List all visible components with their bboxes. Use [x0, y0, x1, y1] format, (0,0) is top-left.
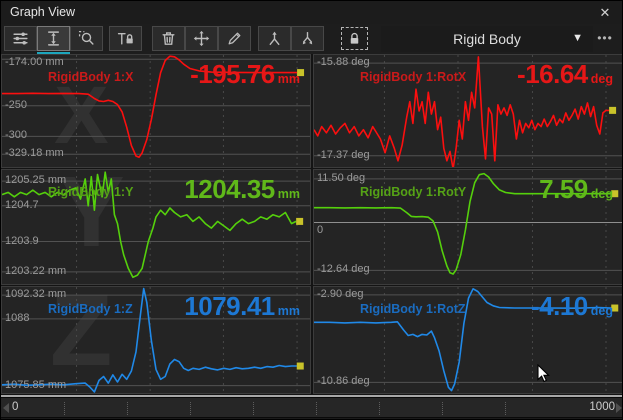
- move-keys-button[interactable]: [185, 26, 218, 51]
- scrollbar-tick: [316, 402, 317, 415]
- axis-label: 1092.32 mm: [5, 288, 66, 300]
- axis-label: -300: [5, 129, 27, 141]
- toolbar-buttons: [4, 26, 368, 51]
- axis-label: 1088: [5, 312, 29, 324]
- range-end-label: 1000: [589, 401, 615, 413]
- series-label: RigidBody 1:RotY: [360, 185, 466, 199]
- graph-panel-rot-x[interactable]: -15.88 deg -17.37 deg RigidBody 1:RotX -16.…: [313, 54, 623, 168]
- scrollbar-tick: [127, 402, 128, 415]
- axis-label: 1203.9: [5, 235, 39, 247]
- axis-label: 1075.85 mm: [5, 379, 66, 391]
- axis-label: 11.50 deg: [317, 172, 365, 184]
- scroll-left-icon[interactable]: [3, 403, 9, 413]
- graph-panel-pos-y[interactable]: Y1205.25 mm1204.71203.91203.22 mmRigidBo…: [1, 169, 311, 285]
- range-start-label: 0: [12, 401, 18, 413]
- scrollbar-tick: [442, 402, 443, 415]
- axis-label: -12.64 deg: [317, 263, 370, 275]
- axis-label: -10.86 deg: [317, 375, 370, 387]
- edit-keys-button[interactable]: [218, 26, 251, 51]
- graph-grid: X-174.00 mm-250-300-329.18 mmRigidBody 1…: [1, 54, 623, 395]
- value-unit: mm: [278, 187, 300, 201]
- sliders-icon: [12, 30, 29, 47]
- value-unit: deg: [591, 72, 613, 86]
- scrollbar-tick: [379, 402, 380, 415]
- trash-icon: [160, 30, 177, 47]
- scrollbar-tick: [505, 402, 506, 415]
- axis-label: -250: [5, 99, 27, 111]
- merge-markers-button[interactable]: [258, 26, 291, 51]
- merge-icon: [266, 30, 283, 47]
- graph-panel-rot-z[interactable]: -2.90 deg -10.86 deg RigidBody 1:RotZ -4.10…: [313, 286, 623, 394]
- axis-label: -17.37 deg: [317, 149, 370, 161]
- graph-panel-pos-x[interactable]: X-174.00 mm-250-300-329.18 mmRigidBody 1…: [1, 54, 311, 168]
- chevron-down-icon: ▼: [572, 32, 583, 44]
- split-markers-button[interactable]: [291, 26, 324, 51]
- frame-range-scrollbar[interactable]: 0 1000: [1, 397, 623, 418]
- series-label: RigidBody 1:Y: [48, 185, 133, 199]
- current-value: -4.10: [531, 293, 588, 319]
- zoom-selection-icon: [78, 30, 95, 47]
- axis-label: 1203.22 mm: [5, 265, 66, 277]
- axis-lock-icon: [117, 30, 134, 47]
- more-options-button[interactable]: •••: [592, 26, 618, 52]
- scrollbar-tick: [64, 402, 65, 415]
- value-unit: mm: [278, 72, 300, 86]
- graph-settings-button[interactable]: [4, 26, 37, 51]
- fit-vertical-icon: [45, 30, 62, 47]
- scrollbar-tick: [253, 402, 254, 415]
- current-value: 7.59: [539, 176, 588, 202]
- close-icon[interactable]: ✕: [596, 4, 614, 22]
- graph-panel-pos-z[interactable]: Z1092.32 mm10881075.85 mmRigidBody 1:Z10…: [1, 286, 311, 394]
- scrollbar-tick: [190, 402, 191, 415]
- split-icon: [299, 30, 316, 47]
- value-unit: deg: [591, 304, 613, 318]
- current-value: -16.64: [517, 61, 588, 87]
- current-value: 1204.35: [184, 176, 274, 202]
- move-icon: [193, 30, 210, 47]
- series-label: RigidBody 1:X: [48, 70, 133, 84]
- axis-label: -174.00 mm: [5, 56, 64, 68]
- selection-lock-button[interactable]: [341, 27, 368, 50]
- series-label: RigidBody 1:RotX: [360, 70, 466, 84]
- value-unit: deg: [591, 187, 613, 201]
- delete-keys-button[interactable]: [152, 26, 185, 51]
- axis-label: 1204.7: [5, 199, 39, 211]
- series-label: RigidBody 1:RotZ: [360, 302, 466, 316]
- title-bar: Graph View ✕: [1, 1, 622, 24]
- axis-label: -2.90 deg: [317, 288, 363, 300]
- graph-view-window: Graph View ✕ Rigid Body ▼ ••• X-174.00 m…: [0, 0, 623, 420]
- value-unit: mm: [278, 304, 300, 318]
- toolbar: Rigid Body ▼ •••: [1, 24, 622, 54]
- axis-label: -329.18 mm: [5, 147, 64, 159]
- window-title: Graph View: [10, 5, 75, 19]
- scroll-right-icon[interactable]: [616, 403, 622, 413]
- asset-type-dropdown[interactable]: Rigid Body ▼: [381, 26, 593, 52]
- pencil-icon: [226, 30, 243, 47]
- current-value: 1079.41: [184, 293, 274, 319]
- graph-panel-rot-y[interactable]: 11.50 deg 0 -12.64 deg RigidBody 1:RotY 7.59…: [313, 169, 623, 285]
- lock-icon: [347, 31, 362, 46]
- fit-vertical-button[interactable]: [37, 26, 70, 51]
- asset-type-value: Rigid Body: [453, 31, 521, 47]
- zoom-to-selection-button[interactable]: [70, 26, 103, 51]
- axis-label: -15.88 deg: [317, 56, 370, 68]
- series-label: RigidBody 1:Z: [48, 302, 133, 316]
- axis-label: 0: [317, 224, 323, 236]
- lock-axis-button[interactable]: [109, 26, 142, 51]
- current-value: -195.76: [190, 61, 275, 87]
